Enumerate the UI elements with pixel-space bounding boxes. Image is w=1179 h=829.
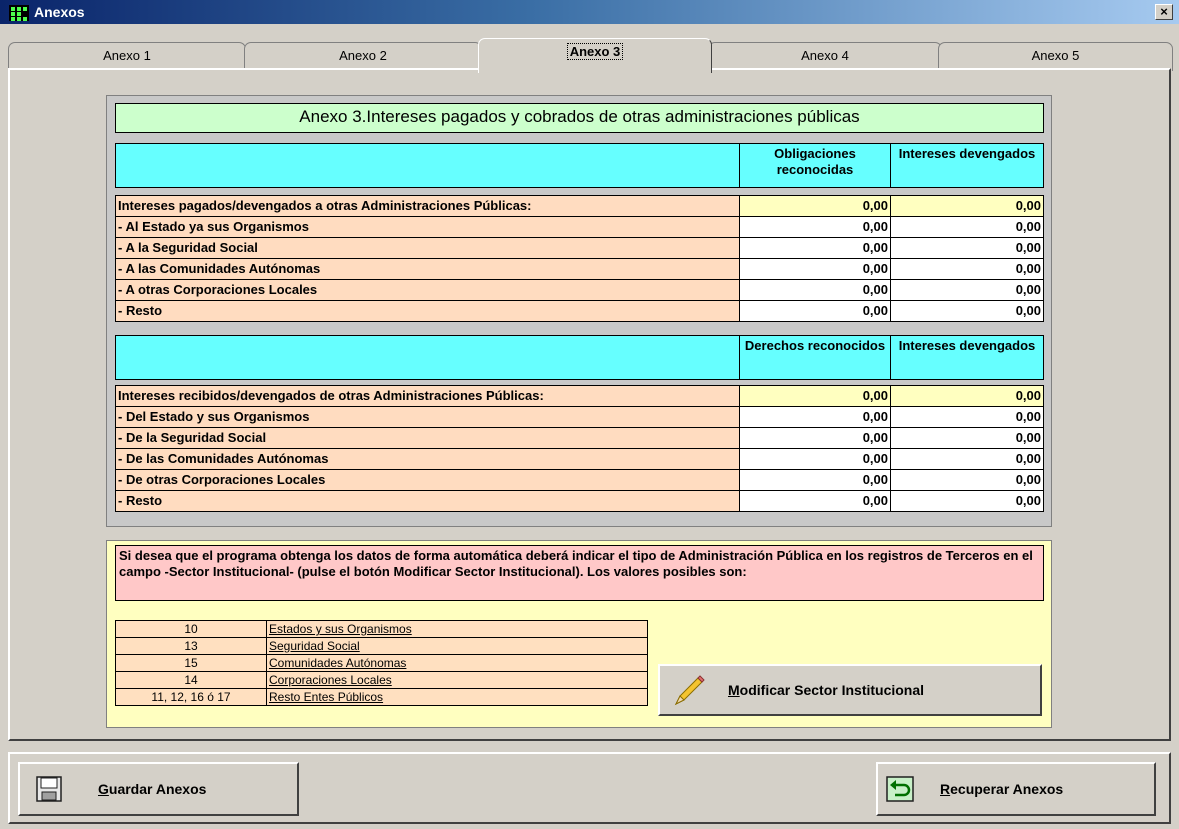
floppy-disk-icon xyxy=(36,776,62,802)
section2-col2-header: Intereses devengados xyxy=(890,335,1044,380)
section1-row-value2[interactable]: 0,00 xyxy=(890,237,1044,259)
section2-row-value2[interactable]: 0,00 xyxy=(890,490,1044,512)
section2-row-value1[interactable]: 0,00 xyxy=(739,490,891,512)
section2-row-label: - De otras Corporaciones Locales xyxy=(115,469,740,491)
tab-strip: Anexo 1 Anexo 2 Anexo 3 Anexo 4 Anexo 5 xyxy=(8,38,1173,73)
annex-title: Anexo 3.Intereses pagados y cobrados de … xyxy=(115,103,1044,133)
instructions-message: Si desea que el programa obtenga los dat… xyxy=(115,545,1044,601)
section2-row-value2[interactable]: 0,00 xyxy=(890,406,1044,428)
sector-description: Corporaciones Locales xyxy=(266,671,648,689)
section1-header-blank xyxy=(115,143,740,188)
section1-row-label: - Al Estado ya sus Organismos xyxy=(115,216,740,238)
sector-code: 14 xyxy=(115,671,267,689)
section1-row-value1[interactable]: 0,00 xyxy=(739,237,891,259)
tab-anexo-3[interactable]: Anexo 3 xyxy=(478,38,712,73)
section1-col1-header: Obligaciones reconocidas xyxy=(739,143,891,188)
modify-sector-label: Modificar Sector Institucional xyxy=(728,682,925,698)
tab-anexo-2[interactable]: Anexo 2 xyxy=(244,42,482,71)
close-button[interactable]: × xyxy=(1155,4,1173,20)
section1-row-value2[interactable]: 0,00 xyxy=(890,216,1044,238)
section2-header-blank xyxy=(115,335,740,380)
tab-label: Anexo 5 xyxy=(1031,48,1080,63)
section1-col2-header: Intereses devengados xyxy=(890,143,1044,188)
tab-label: Anexo 1 xyxy=(103,48,151,63)
section2-row-value1[interactable]: 0,00 xyxy=(739,406,891,428)
section2-row-value1[interactable]: 0,00 xyxy=(739,427,891,449)
recover-annexes-label: Recuperar Anexos xyxy=(940,781,1064,797)
section2-col1-header: Derechos reconocidos xyxy=(739,335,891,380)
section1-row-value1[interactable]: 0,00 xyxy=(739,279,891,301)
sector-description: Estados y sus Organismos xyxy=(266,620,648,638)
tab-anexo-1[interactable]: Anexo 1 xyxy=(8,42,246,71)
section1-row-value2[interactable]: 0,00 xyxy=(890,300,1044,322)
window-title: Anexos xyxy=(34,4,85,20)
tab-label: Anexo 3 xyxy=(566,43,624,60)
sector-description: Resto Entes Públicos xyxy=(266,688,648,706)
section1-row-value2[interactable]: 0,00 xyxy=(890,279,1044,301)
app-icon xyxy=(9,5,29,21)
section2-row-value2[interactable]: 0,00 xyxy=(890,469,1044,491)
section2-row-label: - Resto xyxy=(115,490,740,512)
section2-row-value2[interactable]: 0,00 xyxy=(890,448,1044,470)
tab-label: Anexo 2 xyxy=(339,48,387,63)
section1-row-value2[interactable]: 0,00 xyxy=(890,258,1044,280)
tab-anexo-5[interactable]: Anexo 5 xyxy=(938,42,1173,71)
section1-row-label: - A la Seguridad Social xyxy=(115,237,740,259)
undo-arrow-icon xyxy=(886,776,914,802)
section2-row-value1[interactable]: 0,00 xyxy=(739,469,891,491)
section1-row-value2[interactable]: 0,00 xyxy=(890,195,1044,217)
section2-row-label: Intereses recibidos/devengados de otras … xyxy=(115,385,740,407)
tab-anexo-4[interactable]: Anexo 4 xyxy=(708,42,942,71)
sector-code: 11, 12, 16 ó 17 xyxy=(115,688,267,706)
section1-row-value1[interactable]: 0,00 xyxy=(739,258,891,280)
pencil-icon xyxy=(674,675,705,706)
save-annexes-button[interactable]: Guardar Anexos xyxy=(18,762,299,816)
section1-row-label: - A las Comunidades Autónomas xyxy=(115,258,740,280)
recover-annexes-button[interactable]: Recuperar Anexos xyxy=(876,762,1156,816)
save-annexes-label: Guardar Anexos xyxy=(98,781,207,797)
section1-row-value1[interactable]: 0,00 xyxy=(739,216,891,238)
section2-row-value1[interactable]: 0,00 xyxy=(739,385,891,407)
sector-description: Seguridad Social xyxy=(266,637,648,655)
section2-row-value1[interactable]: 0,00 xyxy=(739,448,891,470)
sector-code: 15 xyxy=(115,654,267,672)
sector-description: Comunidades Autónomas xyxy=(266,654,648,672)
section1-row-label: - A otras Corporaciones Locales xyxy=(115,279,740,301)
section1-row-value1[interactable]: 0,00 xyxy=(739,195,891,217)
tab-label: Anexo 4 xyxy=(801,48,849,63)
section2-row-label: - Del Estado y sus Organismos xyxy=(115,406,740,428)
section2-row-value2[interactable]: 0,00 xyxy=(890,427,1044,449)
modify-sector-button[interactable]: Modificar Sector Institucional xyxy=(658,664,1042,716)
sector-code: 13 xyxy=(115,637,267,655)
section1-row-value1[interactable]: 0,00 xyxy=(739,300,891,322)
section1-row-label: Intereses pagados/devengados a otras Adm… xyxy=(115,195,740,217)
sector-code: 10 xyxy=(115,620,267,638)
section1-row-label: - Resto xyxy=(115,300,740,322)
section2-row-value2[interactable]: 0,00 xyxy=(890,385,1044,407)
section2-row-label: - De la Seguridad Social xyxy=(115,427,740,449)
title-bar xyxy=(0,0,1179,24)
section2-row-label: - De las Comunidades Autónomas xyxy=(115,448,740,470)
